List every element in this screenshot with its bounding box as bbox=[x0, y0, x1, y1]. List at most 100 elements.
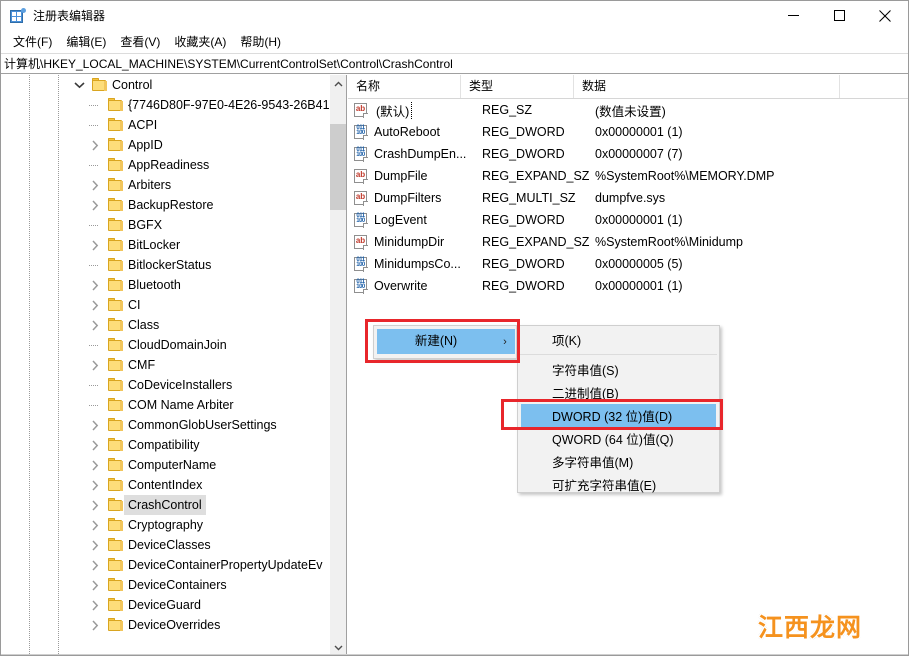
tree-item-clouddomainjoin[interactable]: CloudDomainJoin bbox=[1, 335, 330, 355]
tree-item-devicecontainers[interactable]: DeviceContainers bbox=[1, 575, 330, 595]
tree-item-ci[interactable]: CI bbox=[1, 295, 330, 315]
tree-item-label: COM Name Arbiter bbox=[128, 398, 234, 412]
tree-expander[interactable] bbox=[87, 515, 103, 535]
tree-item-deviceoverrides[interactable]: DeviceOverrides bbox=[1, 615, 330, 635]
scroll-up-button[interactable] bbox=[330, 75, 346, 92]
tree-item-commonglobusersettings[interactable]: CommonGlobUserSettings bbox=[1, 415, 330, 435]
tree-item-acpi[interactable]: ACPI bbox=[1, 115, 330, 135]
tree-item-arbiters[interactable]: Arbiters bbox=[1, 175, 330, 195]
value-row[interactable]: ab (默认) REG_SZ (数值未设置) bbox=[348, 99, 908, 121]
tree-connector bbox=[89, 125, 99, 126]
tree-scrollbar-thumb[interactable] bbox=[330, 124, 346, 210]
minimize-button[interactable] bbox=[770, 1, 816, 30]
tree-expander[interactable] bbox=[87, 495, 103, 515]
tree-item-class[interactable]: Class bbox=[1, 315, 330, 335]
close-button[interactable] bbox=[862, 1, 908, 30]
tree-expander[interactable] bbox=[87, 615, 103, 635]
tree-item-compatibility[interactable]: Compatibility bbox=[1, 435, 330, 455]
context-menu-item[interactable]: DWORD (32 位)值(D) bbox=[521, 404, 716, 427]
menu-favorites[interactable]: 收藏夹(A) bbox=[167, 32, 233, 52]
tree-expander[interactable] bbox=[87, 235, 103, 255]
tree-item-control[interactable]: Control bbox=[1, 75, 330, 95]
tree-expander[interactable] bbox=[87, 275, 103, 295]
context-menu-item[interactable]: 字符串值(S) bbox=[518, 358, 719, 381]
tree-item-label: Cryptography bbox=[128, 518, 204, 532]
value-type: REG_DWORD bbox=[482, 279, 565, 293]
folder-icon bbox=[108, 598, 124, 612]
tree-expander[interactable] bbox=[87, 195, 103, 215]
tree-item-cryptography[interactable]: Cryptography bbox=[1, 515, 330, 535]
menu-edit[interactable]: 编辑(E) bbox=[59, 32, 113, 52]
column-header-name[interactable]: 名称 bbox=[348, 75, 461, 98]
tree-item-contentindex[interactable]: ContentIndex bbox=[1, 475, 330, 495]
context-menu-item[interactable]: 多字符串值(M) bbox=[518, 450, 719, 473]
maximize-button[interactable] bbox=[816, 1, 862, 30]
folder-icon bbox=[108, 138, 124, 152]
menu-view[interactable]: 查看(V) bbox=[113, 32, 167, 52]
address-bar[interactable]: 计算机\HKEY_LOCAL_MACHINE\SYSTEM\CurrentCon… bbox=[1, 53, 908, 74]
context-menu-item[interactable]: 可扩充字符串值(E) bbox=[518, 473, 719, 496]
chevron-right-icon bbox=[92, 279, 99, 291]
tree-expander[interactable] bbox=[87, 135, 103, 155]
tree-item-bitlockerstatus[interactable]: BitlockerStatus bbox=[1, 255, 330, 275]
tree-expander[interactable] bbox=[87, 455, 103, 475]
context-menu-item-new[interactable]: 新建(N) › bbox=[377, 329, 515, 354]
tree-expander[interactable] bbox=[87, 415, 103, 435]
tree-item-deviceclasses[interactable]: DeviceClasses bbox=[1, 535, 330, 555]
context-menu-item[interactable]: QWORD (64 位)值(Q) bbox=[518, 427, 719, 450]
context-menu-item[interactable]: 二进制值(B) bbox=[518, 381, 719, 404]
menu-file[interactable]: 文件(F) bbox=[6, 32, 59, 52]
tree-item-cmf[interactable]: CMF bbox=[1, 355, 330, 375]
tree-item-appid[interactable]: AppID bbox=[1, 135, 330, 155]
value-row[interactable]: ab MinidumpDir REG_EXPAND_SZ %SystemRoot%\M… bbox=[348, 231, 908, 253]
window-bottom-edge bbox=[1, 654, 908, 655]
value-name: (默认) bbox=[374, 100, 482, 120]
value-type: REG_SZ bbox=[482, 103, 533, 117]
tree-expander[interactable] bbox=[87, 315, 103, 335]
value-name: CrashDumpEn... bbox=[374, 147, 467, 161]
tree-item-backuprestore[interactable]: BackupRestore bbox=[1, 195, 330, 215]
tree-item-label: {7746D80F-97E0-4E26-9543-26B41 bbox=[128, 98, 330, 112]
tree-expander[interactable] bbox=[87, 475, 103, 495]
tree-expander[interactable] bbox=[87, 555, 103, 575]
tree-item-bluetooth[interactable]: Bluetooth bbox=[1, 275, 330, 295]
folder-icon bbox=[108, 538, 124, 552]
folder-icon bbox=[108, 478, 124, 492]
tree-item-bitlocker[interactable]: BitLocker bbox=[1, 235, 330, 255]
tree-expander[interactable] bbox=[87, 435, 103, 455]
tree-item--7746d80f-97e0-4e26-9543-26b41[interactable]: {7746D80F-97E0-4E26-9543-26B41 bbox=[1, 95, 330, 115]
tree-expander[interactable] bbox=[87, 295, 103, 315]
tree-expander[interactable] bbox=[87, 575, 103, 595]
tree-item-computername[interactable]: ComputerName bbox=[1, 455, 330, 475]
context-menu-item[interactable]: 项(K) bbox=[518, 328, 719, 351]
tree-scrollbar[interactable] bbox=[329, 75, 346, 655]
value-row[interactable]: 011 100 CrashDumpEn... REG_DWORD 0x00000007 … bbox=[348, 143, 908, 165]
tree-item-label: Control bbox=[112, 78, 153, 92]
column-header-data[interactable]: 数据 bbox=[574, 75, 840, 98]
tree-item-label: AppID bbox=[128, 138, 163, 152]
tree-item-bgfx[interactable]: BGFX bbox=[1, 215, 330, 235]
value-row[interactable]: 011 100 MinidumpsCo... REG_DWORD 0x00000005 … bbox=[348, 253, 908, 275]
tree-expander[interactable] bbox=[71, 75, 87, 95]
value-row[interactable]: 011 100 Overwrite REG_DWORD 0x00000001 (1) bbox=[348, 275, 908, 297]
tree-expander[interactable] bbox=[87, 535, 103, 555]
value-row[interactable]: 011 100 LogEvent REG_DWORD 0x00000001 (1) bbox=[348, 209, 908, 231]
value-row[interactable]: ab DumpFilters REG_MULTI_SZ dumpfve.sys bbox=[348, 187, 908, 209]
value-row[interactable]: 011 100 AutoReboot REG_DWORD 0x00000001 (1) bbox=[348, 121, 908, 143]
value-row[interactable]: ab DumpFile REG_EXPAND_SZ %SystemRoot%\MEMO… bbox=[348, 165, 908, 187]
chevron-right-icon bbox=[92, 479, 99, 491]
tree-expander[interactable] bbox=[87, 355, 103, 375]
menu-help[interactable]: 帮助(H) bbox=[233, 32, 288, 52]
tree-item-label: CommonGlobUserSettings bbox=[128, 418, 277, 432]
tree-item-codeviceinstallers[interactable]: CoDeviceInstallers bbox=[1, 375, 330, 395]
folder-icon bbox=[108, 218, 124, 232]
column-header-type[interactable]: 类型 bbox=[461, 75, 574, 98]
tree-item-devicecontainerpropertyupdateev[interactable]: DeviceContainerPropertyUpdateEv bbox=[1, 555, 330, 575]
tree-expander[interactable] bbox=[87, 595, 103, 615]
tree-item-com-name-arbiter[interactable]: COM Name Arbiter bbox=[1, 395, 330, 415]
tree-item-crashcontrol[interactable]: CrashControl bbox=[1, 495, 330, 515]
tree-item-deviceguard[interactable]: DeviceGuard bbox=[1, 595, 330, 615]
folder-icon bbox=[108, 118, 124, 132]
tree-item-appreadiness[interactable]: AppReadiness bbox=[1, 155, 330, 175]
tree-expander[interactable] bbox=[87, 175, 103, 195]
